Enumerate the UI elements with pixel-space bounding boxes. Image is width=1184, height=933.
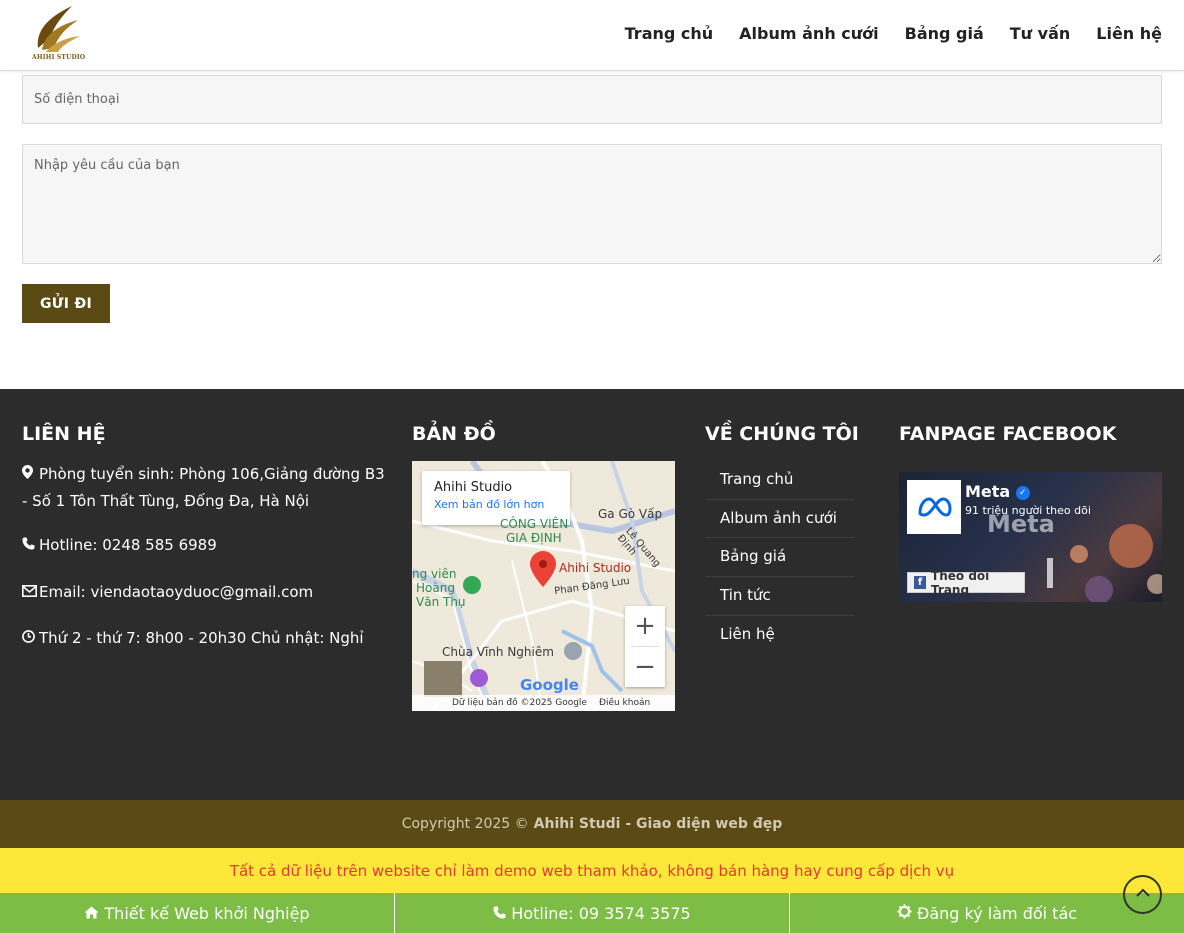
map-label: ng viên bbox=[412, 567, 457, 581]
copyright-brand[interactable]: Ahihi Studi - Giao diện web đẹp bbox=[534, 816, 783, 832]
phone-icon bbox=[493, 904, 506, 923]
map-pin-label: Ahihi Studio bbox=[559, 561, 632, 575]
main-nav: Trang chủ Album ảnh cưới Bảng giá Tư vấn… bbox=[625, 24, 1162, 43]
fb-page-name: Meta ✓ bbox=[965, 482, 1030, 501]
about-title: VỀ CHÚNG TÔI bbox=[705, 423, 859, 445]
request-textarea[interactable] bbox=[22, 144, 1162, 264]
map-label: Văn Thụ bbox=[416, 595, 466, 609]
contact-hours: Thứ 2 - thứ 7: 8h00 - 20h30 Chủ nhật: Ng… bbox=[22, 625, 387, 652]
contact-hotline-text: Hotline: 0248 585 6989 bbox=[39, 536, 217, 554]
about-link-pricing[interactable]: Bảng giá bbox=[705, 538, 854, 578]
chevron-up-icon bbox=[1135, 888, 1150, 897]
phone-input[interactable] bbox=[22, 75, 1162, 124]
map-label: Hoàng bbox=[416, 581, 455, 595]
about-link-contact[interactable]: Liên hệ bbox=[705, 616, 854, 655]
demo-notice: Tất cả dữ liệu trên website chỉ làm demo… bbox=[0, 848, 1184, 893]
about-links: Trang chủ Album ảnh cưới Bảng giá Tin tứ… bbox=[705, 461, 854, 654]
fb-page-name-text: Meta bbox=[965, 482, 1011, 501]
wing-logo-icon bbox=[37, 6, 80, 52]
bottom-hotline-link[interactable]: Hotline: 09 3574 3575 bbox=[395, 893, 790, 933]
clock-icon bbox=[22, 626, 36, 652]
site-footer: LIÊN HỆ Phòng tuyển sinh: Phòng 106,Giản… bbox=[0, 389, 1184, 800]
about-link-news[interactable]: Tin tức bbox=[705, 577, 854, 616]
site-header: AHIHI STUDIO Trang chủ Album ảnh cưới Bả… bbox=[0, 0, 1184, 71]
logo-text: AHIHI STUDIO bbox=[32, 54, 86, 61]
fb-banner-text: Meta bbox=[987, 510, 1055, 538]
map-label: GIA ĐỊNH bbox=[506, 531, 562, 545]
contact-email-text: Email: viendaotaoyduoc@gmail.com bbox=[39, 583, 314, 601]
contact-hotline: Hotline: 0248 585 6989 bbox=[22, 532, 387, 559]
map-place-name: Ahihi Studio bbox=[434, 480, 513, 495]
nav-item-consult[interactable]: Tư vấn bbox=[1010, 24, 1071, 43]
copyright-text: Copyright 2025 © bbox=[401, 816, 529, 832]
map-marker-icon bbox=[22, 462, 36, 488]
map-label: Ga Gò Vấp bbox=[598, 507, 663, 521]
about-link-album[interactable]: Album ảnh cưới bbox=[705, 500, 854, 539]
submit-button[interactable]: GỬI ĐI bbox=[22, 284, 110, 323]
facebook-icon: f bbox=[914, 576, 927, 589]
copyright-bar: Copyright 2025 © Ahihi Studi - Giao diện… bbox=[0, 800, 1184, 848]
map-title: BẢN ĐỒ bbox=[412, 423, 496, 445]
contact-title: LIÊN HỆ bbox=[22, 423, 106, 445]
map-zoom-controls: + − bbox=[625, 606, 665, 687]
bottom-action-bar: Thiết kế Web khởi Nghiệp Hotline: 09 357… bbox=[0, 893, 1184, 933]
contact-hours-text: Thứ 2 - thứ 7: 8h00 - 20h30 Chủ nhật: Ng… bbox=[39, 629, 364, 647]
bottom-startup-web-label: Thiết kế Web khởi Nghiệp bbox=[104, 903, 310, 923]
contact-email: Email: viendaotaoyduoc@gmail.com bbox=[22, 579, 387, 606]
fb-follow-button[interactable]: f Theo dõi Trang bbox=[907, 569, 1025, 597]
studio-logo[interactable]: AHIHI STUDIO bbox=[32, 4, 86, 64]
zoom-out-button[interactable]: − bbox=[625, 647, 665, 687]
contact-address-text: Phòng tuyển sinh: Phòng 106,Giảng đường … bbox=[22, 465, 385, 510]
bottom-startup-web-link[interactable]: Thiết kế Web khởi Nghiệp bbox=[0, 893, 395, 933]
envelope-icon bbox=[22, 580, 37, 606]
home-icon bbox=[84, 904, 99, 923]
map-attribution: Dữ liệu bản đồ ©2025 Google bbox=[452, 698, 587, 708]
fb-follow-label: Theo dõi Trang bbox=[931, 568, 990, 597]
phone-icon bbox=[22, 533, 36, 559]
nav-item-home[interactable]: Trang chủ bbox=[625, 24, 714, 43]
facebook-title: FANPAGE FACEBOOK bbox=[899, 423, 1117, 445]
larger-map-link[interactable]: Xem bản đồ lớn hơn bbox=[434, 498, 558, 511]
bottom-hotline-label: Hotline: 09 3574 3575 bbox=[511, 903, 691, 923]
map-terms-link[interactable]: Điều khoản bbox=[599, 698, 650, 708]
nav-item-contact[interactable]: Liên hệ bbox=[1096, 24, 1162, 43]
map-label: Chùa Vĩnh Nghiêm bbox=[442, 645, 554, 659]
nav-item-album[interactable]: Album ảnh cưới bbox=[739, 24, 878, 43]
map-attribution-bar: Dữ liệu bản đồ ©2025 Google Điều khoản bbox=[412, 695, 675, 711]
back-to-top-button[interactable] bbox=[1123, 875, 1162, 914]
about-link-home[interactable]: Trang chủ bbox=[705, 461, 854, 500]
contact-address: Phòng tuyển sinh: Phòng 106,Giảng đường … bbox=[22, 461, 387, 514]
verified-badge-icon: ✓ bbox=[1015, 485, 1030, 500]
facebook-page-plugin[interactable]: Meta ✓ 91 triệu người theo dõi Meta f Th… bbox=[899, 472, 1162, 602]
nav-item-pricing[interactable]: Bảng giá bbox=[905, 24, 984, 43]
google-map[interactable]: Ahihi Studio Xem bản đồ lớn hơn CÔNG VIÊ… bbox=[412, 461, 675, 711]
gear-icon bbox=[897, 904, 912, 923]
meta-logo-icon bbox=[907, 480, 961, 534]
google-logo: Google bbox=[520, 676, 579, 694]
bottom-partner-label: Đăng ký làm đối tác bbox=[916, 903, 1078, 923]
map-label: CÔNG VIÊN bbox=[500, 517, 569, 531]
zoom-in-button[interactable]: + bbox=[625, 606, 665, 646]
